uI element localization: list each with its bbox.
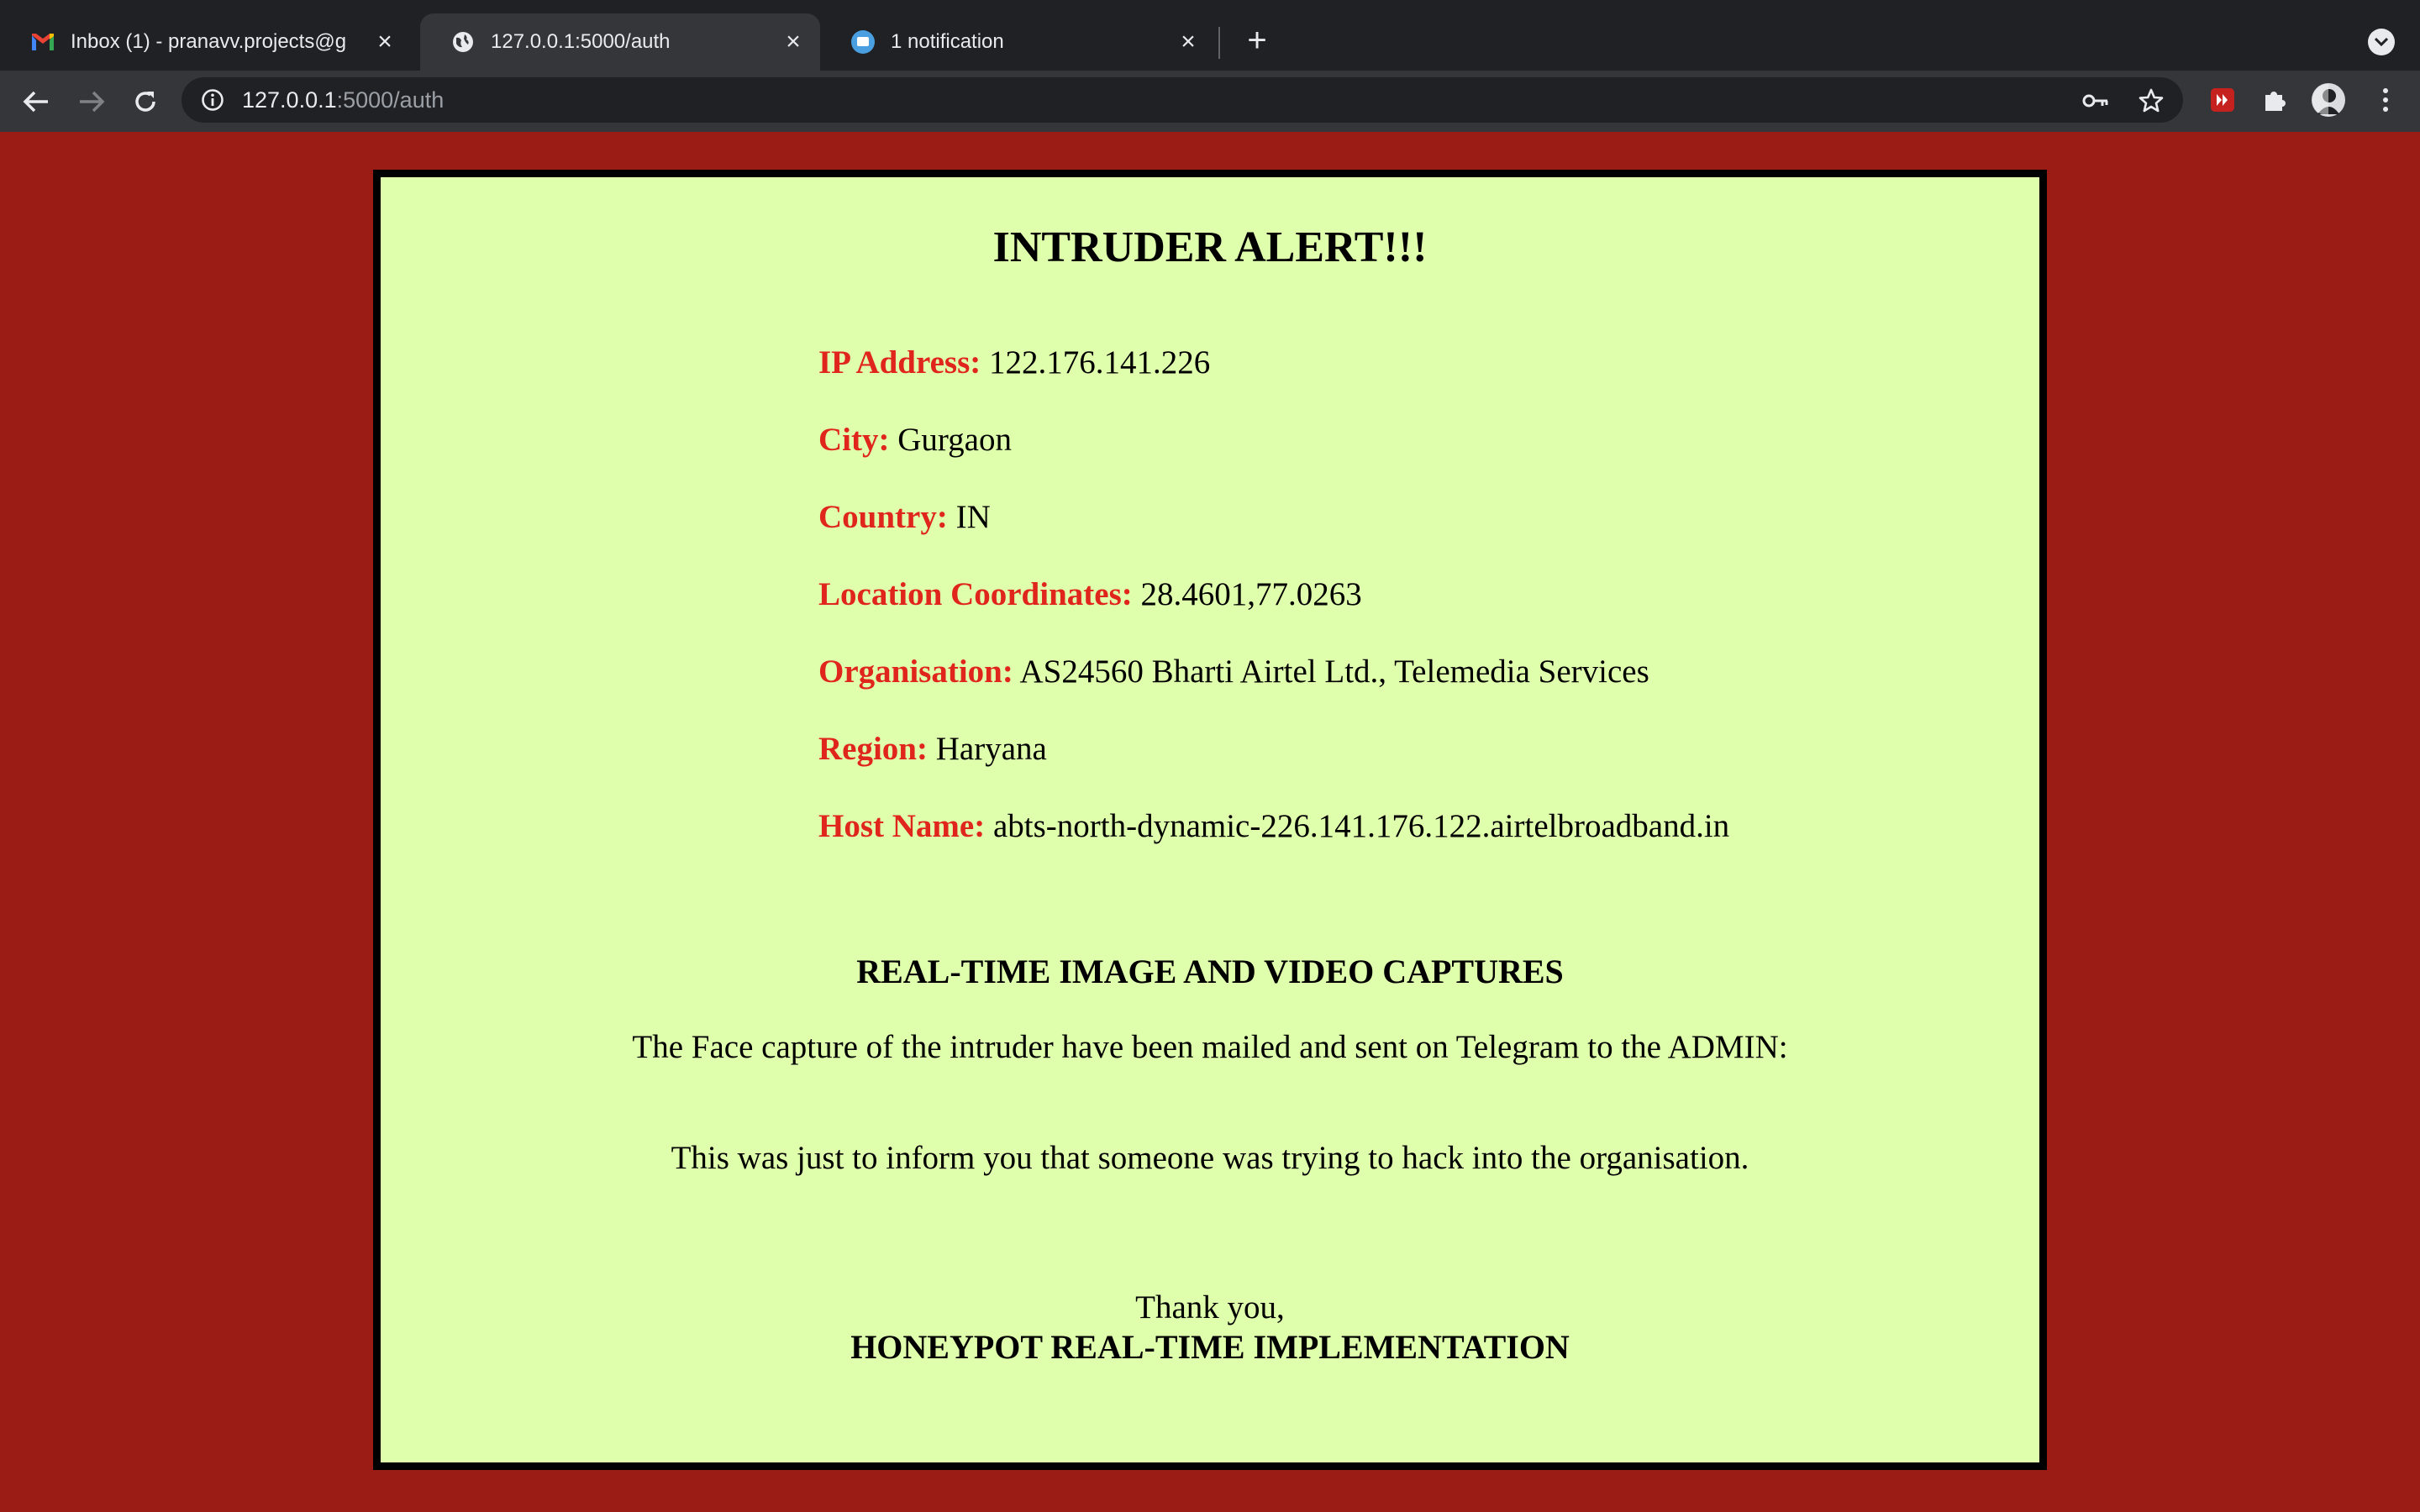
tab-strip: Inbox (1) - pranavv.projects@g × 127.0.0… — [0, 0, 2420, 71]
globe-icon — [450, 29, 476, 55]
detail-label: Location Coordinates: — [818, 576, 1133, 612]
detail-value: 28.4601,77.0263 — [1140, 576, 1362, 612]
detail-region: Region: Haryana — [818, 730, 1047, 768]
detail-value: Gurgaon — [897, 422, 1012, 458]
detail-label: City: — [818, 422, 890, 458]
chat-icon — [850, 29, 876, 55]
detail-value: IN — [955, 499, 991, 535]
tab-gmail[interactable]: Inbox (1) - pranavv.projects@g × — [0, 13, 412, 71]
address-bar[interactable]: 127.0.0.1:5000/auth — [182, 77, 2183, 123]
detail-label: Organisation: — [818, 654, 1013, 690]
thanks-text: Thank you, — [1135, 1289, 1285, 1326]
back-button[interactable] — [18, 84, 54, 119]
page-title: INTRUDER ALERT!!! — [992, 223, 1428, 271]
detail-label: Host Name: — [818, 808, 986, 844]
bookmark-star-icon[interactable] — [2134, 84, 2168, 118]
reload-icon — [135, 92, 155, 112]
detail-country: Country: IN — [818, 498, 991, 536]
forward-button[interactable] — [74, 84, 109, 119]
chevron-down-icon — [2375, 38, 2388, 46]
tab-search-button[interactable] — [2368, 29, 2395, 55]
detail-label: Country: — [818, 499, 948, 535]
detail-value: Haryana — [935, 731, 1047, 767]
close-icon[interactable]: × — [778, 27, 808, 57]
detail-value: AS24560 Bharti Airtel Ltd., Telemedia Se… — [1019, 654, 1649, 690]
tab-title: 1 notification — [891, 30, 1004, 53]
detail-organisation: Organisation: AS24560 Bharti Airtel Ltd.… — [818, 653, 1649, 690]
tab-title: 127.0.0.1:5000/auth — [491, 30, 671, 53]
key-icon[interactable] — [2079, 84, 2112, 118]
alert-card: INTRUDER ALERT!!! IP Address: 122.176.14… — [373, 170, 2047, 1470]
info-icon[interactable] — [200, 87, 225, 113]
url-path: :5000/auth — [336, 87, 445, 113]
reload-button[interactable] — [128, 84, 163, 119]
new-tab-button[interactable]: + — [1239, 22, 1276, 59]
extension-icon[interactable] — [2205, 82, 2240, 118]
arrow-left-icon — [23, 91, 48, 113]
detail-host-name: Host Name: abts-north-dynamic-226.141.17… — [818, 807, 1729, 845]
avatar[interactable] — [2311, 82, 2346, 118]
captures-heading: REAL-TIME IMAGE AND VIDEO CAPTURES — [856, 953, 1564, 990]
close-icon[interactable]: × — [1173, 27, 1203, 57]
inform-text: This was just to inform you that someone… — [671, 1140, 1749, 1176]
puzzle-icon[interactable] — [2257, 82, 2292, 118]
tab-separator — [1218, 27, 1220, 59]
detail-label: Region: — [818, 731, 928, 767]
signature: HONEYPOT REAL-TIME IMPLEMENTATION — [850, 1328, 1570, 1366]
detail-value: abts-north-dynamic-226.141.176.122.airte… — [992, 808, 1730, 844]
detail-ip-address: IP Address: 122.176.141.226 — [818, 344, 1210, 381]
close-icon[interactable]: × — [370, 27, 400, 57]
browser-chrome: Inbox (1) - pranavv.projects@g × 127.0.0… — [0, 0, 2420, 132]
tab-auth[interactable]: 127.0.0.1:5000/auth × — [420, 13, 820, 71]
detail-value: 122.176.141.226 — [989, 344, 1211, 381]
tab-notification[interactable]: 1 notification × — [820, 13, 1215, 71]
tab-title: Inbox (1) - pranavv.projects@g — [71, 30, 347, 53]
url-text: 127.0.0.1:5000/auth — [242, 87, 444, 113]
menu-icon[interactable] — [2368, 82, 2403, 118]
gmail-icon — [30, 29, 55, 55]
url-host: 127.0.0.1 — [242, 87, 337, 113]
captures-text: The Face capture of the intruder have be… — [632, 1029, 1788, 1065]
detail-city: City: Gurgaon — [818, 421, 1012, 459]
arrow-right-icon — [80, 91, 105, 113]
detail-label: IP Address: — [818, 344, 981, 381]
detail-location-coordinates: Location Coordinates: 28.4601,77.0263 — [818, 575, 1362, 613]
